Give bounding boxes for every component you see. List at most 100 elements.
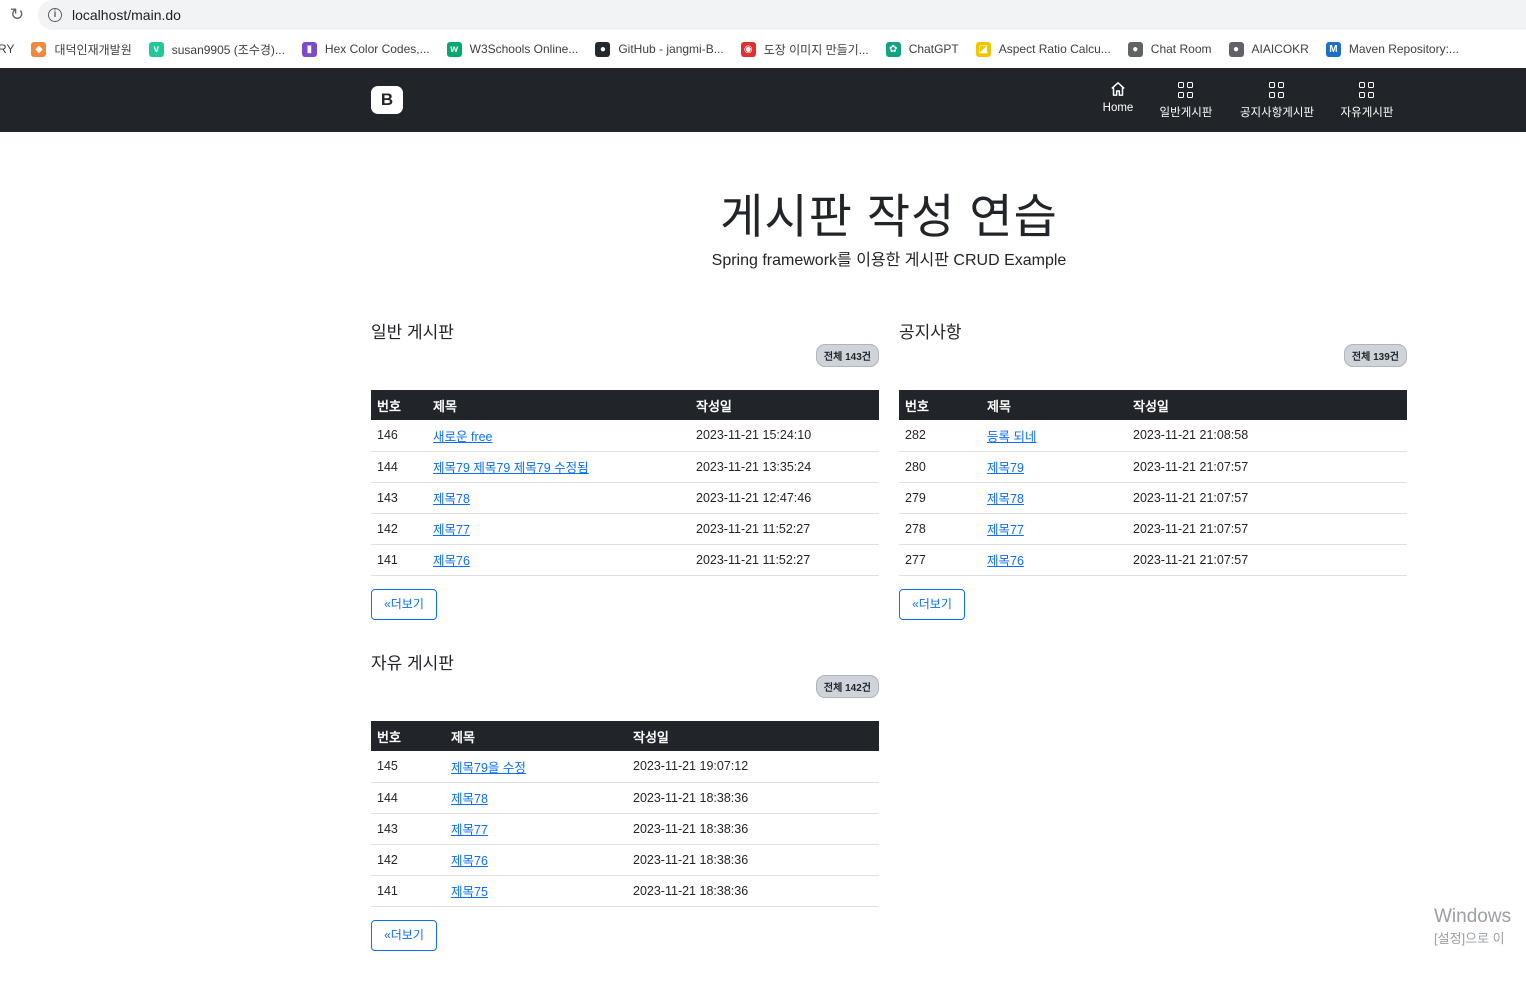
bookmark-item[interactable]: RY [0, 42, 14, 56]
bookmark-item[interactable]: ● AIAICOKR [1228, 41, 1309, 57]
grid-icon [1338, 82, 1396, 102]
notice-board-title: 공지사항 [899, 323, 962, 342]
row-title-link[interactable]: 제목77 [433, 523, 470, 537]
nav-general-board[interactable]: 일반게시판 [1157, 80, 1215, 120]
table-row: 143 제목78 2023-11-21 12:47:46 [371, 482, 879, 514]
bookmarks-bar: RY ◆ 대덕인재개발원 v susan9905 (조수경)... ▮ Hex Color … [0, 34, 1526, 64]
url-text[interactable]: localhost/main.do [72, 7, 181, 23]
row-title-link[interactable]: 제목76 [433, 554, 470, 568]
row-number: 280 [899, 451, 981, 483]
column-header-no: 번호 [905, 398, 929, 414]
table-row: 277 제목76 2023-11-21 21:07:57 [899, 544, 1407, 576]
nav-home-label: Home [1102, 102, 1134, 114]
row-number: 144 [371, 451, 427, 483]
general-board-table: 번호 제목 작성일 146 새로운 free 2023-11-21 15:24:10… [371, 390, 879, 576]
row-title-link[interactable]: 제목79을 수정 [451, 761, 526, 775]
row-number: 278 [899, 513, 981, 545]
row-date: 2023-11-21 18:38:36 [627, 782, 879, 814]
free-board-table: 번호 제목 작성일 145 제목79을 수정 2023-11-21 19:07:12… [371, 721, 879, 907]
table-row: 141 제목76 2023-11-21 11:52:27 [371, 544, 879, 576]
row-date: 2023-11-21 15:24:10 [690, 420, 879, 452]
row-title-link[interactable]: 제목78 [451, 792, 488, 806]
bookmark-item[interactable]: ● Chat Room [1127, 41, 1212, 57]
bookmark-item[interactable]: ◉ 도장 이미지 만들기... [740, 41, 869, 58]
row-number: 142 [371, 513, 427, 545]
notice-board: 공지사항 전체 139건 번호 제목 작성일 282 등록 되네 2023-11-2… [899, 318, 1407, 620]
row-number: 141 [371, 875, 445, 907]
bookmark-item[interactable]: M Maven Repository:... [1325, 41, 1459, 57]
row-date: 2023-11-21 21:07:57 [1127, 513, 1407, 545]
reload-icon[interactable]: ↻ [8, 6, 26, 24]
nav-free-board[interactable]: 자유게시판 [1338, 80, 1396, 120]
table-row: 142 제목77 2023-11-21 11:52:27 [371, 513, 879, 545]
bookmark-item[interactable]: w W3Schools Online... [446, 41, 578, 57]
row-title-link[interactable]: 제목76 [987, 554, 1024, 568]
aspect-ratio-icon: ◪ [975, 41, 991, 57]
row-date: 2023-11-21 18:38:36 [627, 875, 879, 907]
bookmark-item[interactable]: ● GitHub - jangmi-B... [595, 41, 724, 57]
free-board-more-button[interactable]: «더보기 [371, 919, 437, 951]
globe-icon: ● [1127, 41, 1143, 57]
row-date: 2023-11-21 21:07:57 [1127, 482, 1407, 514]
table-row: 282 등록 되네 2023-11-21 21:08:58 [899, 420, 1407, 452]
column-header-title: 제목 [987, 398, 1011, 414]
row-number: 144 [371, 782, 445, 814]
row-date: 2023-11-21 13:35:24 [690, 451, 879, 483]
row-number: 142 [371, 844, 445, 876]
nav-notice-board[interactable]: 공지사항게시판 [1236, 80, 1318, 120]
row-title-link[interactable]: 제목76 [451, 854, 488, 868]
row-title-link[interactable]: 제목75 [451, 885, 488, 899]
row-title-link[interactable]: 제목79 제목79 제목79 수정됨 [433, 461, 589, 475]
table-row: 279 제목78 2023-11-21 21:07:57 [899, 482, 1407, 514]
bootstrap-logo[interactable]: B [371, 86, 403, 114]
column-header-no: 번호 [377, 729, 401, 745]
globe-icon: ● [1228, 41, 1244, 57]
nav-notice-board-label: 공지사항게시판 [1239, 107, 1315, 119]
url-field[interactable]: i localhost/main.do [38, 0, 1526, 30]
row-title-link[interactable]: 제목77 [451, 823, 488, 837]
column-header-title: 제목 [433, 398, 457, 414]
bookmark-item[interactable]: ◪ Aspect Ratio Calcu... [975, 41, 1111, 57]
row-date: 2023-11-21 18:38:36 [627, 813, 879, 845]
column-header-date: 작성일 [1133, 398, 1169, 414]
row-title-link[interactable]: 새로운 free [433, 430, 493, 444]
general-board: 일반 게시판 전체 143건 번호 제목 작성일 146 새로운 free 2023… [371, 318, 879, 620]
row-title-link[interactable]: 제목78 [433, 492, 470, 506]
row-date: 2023-11-21 18:38:36 [627, 844, 879, 876]
nav-home[interactable]: Home [1101, 80, 1135, 114]
table-row: 280 제목79 2023-11-21 21:07:57 [899, 451, 1407, 483]
column-header-title: 제목 [451, 729, 475, 745]
column-header-no: 번호 [377, 398, 401, 414]
row-title-link[interactable]: 제목77 [987, 523, 1024, 537]
stamp-icon: ◉ [740, 41, 756, 57]
general-board-title: 일반 게시판 [371, 323, 454, 342]
table-row: 141 제목75 2023-11-21 18:38:36 [371, 875, 879, 907]
bookmark-label: ChatGPT [908, 42, 959, 56]
chatgpt-icon: ✿ [885, 41, 901, 57]
info-icon[interactable]: i [48, 8, 62, 22]
bookmark-item[interactable]: ✿ ChatGPT [885, 41, 959, 57]
general-board-count-badge: 전체 143건 [815, 344, 879, 367]
row-date: 2023-11-21 11:52:27 [690, 513, 879, 545]
colorbook-icon: ▮ [301, 41, 317, 57]
grid-icon [1236, 82, 1318, 102]
column-header-date: 작성일 [696, 398, 732, 414]
bookmark-item[interactable]: ▮ Hex Color Codes,... [301, 41, 430, 57]
row-title-link[interactable]: 제목78 [987, 492, 1024, 506]
bookmark-item[interactable]: v susan9905 (조수경)... [148, 41, 285, 58]
row-title-link[interactable]: 제목79 [987, 461, 1024, 475]
bookmark-label: susan9905 (조수경)... [171, 42, 285, 57]
general-board-more-button[interactable]: «더보기 [371, 588, 437, 620]
table-row: 145 제목79을 수정 2023-11-21 19:07:12 [371, 751, 879, 783]
row-number: 282 [899, 420, 981, 452]
row-date: 2023-11-21 11:52:27 [690, 544, 879, 576]
row-number: 141 [371, 544, 427, 576]
row-number: 143 [371, 813, 445, 845]
top-navbar: B Home 일반게시판 공지사항게시판 자유게시판 [0, 68, 1526, 132]
row-date: 2023-11-21 21:07:57 [1127, 451, 1407, 483]
row-title-link[interactable]: 등록 되네 [987, 430, 1036, 444]
bookmark-item[interactable]: ◆ 대덕인재개발원 [31, 41, 132, 58]
notice-board-more-button[interactable]: «더보기 [899, 588, 965, 620]
bookmark-label: 도장 이미지 만들기... [763, 42, 869, 57]
page-subtitle: Spring framework를 이용한 게시판 CRUD Example [711, 252, 1067, 269]
